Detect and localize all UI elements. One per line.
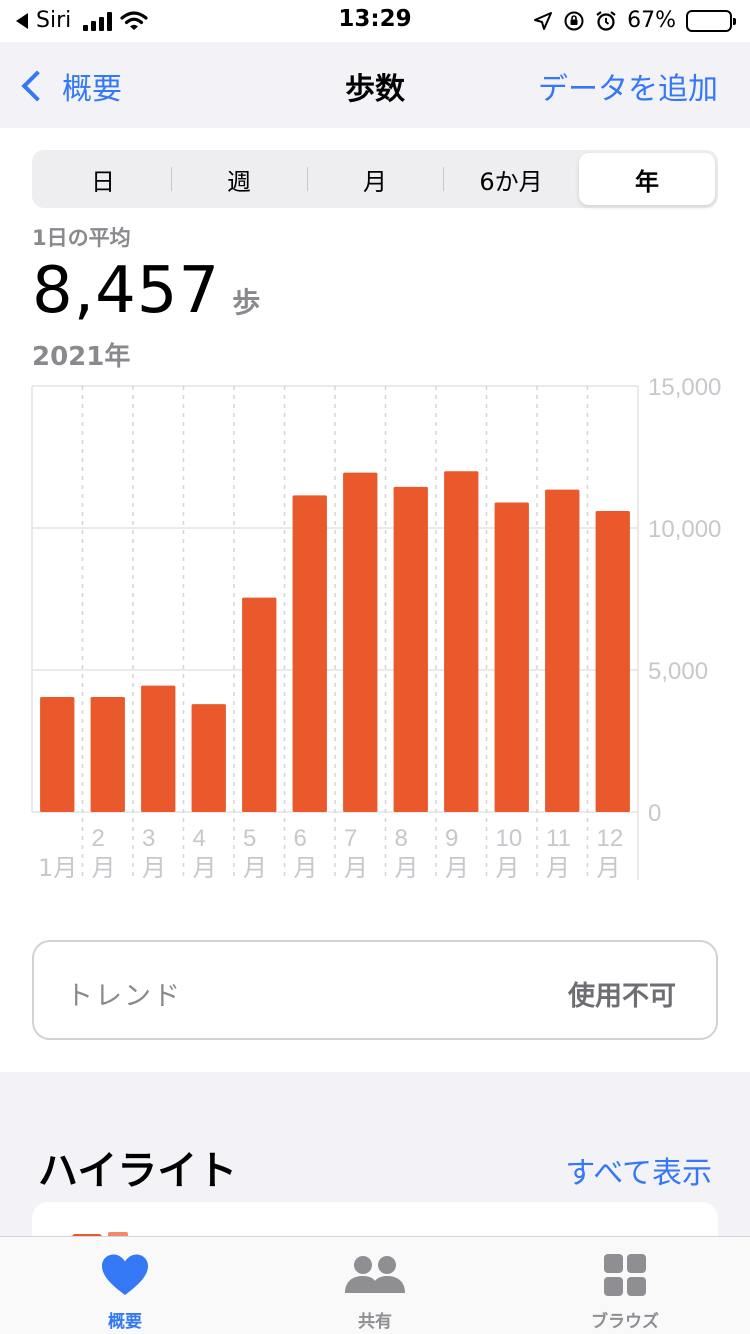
trend-status: 使用不可 [568,981,676,1012]
bar-11[interactable] [545,489,580,812]
bar-7[interactable] [343,472,378,812]
x-tick-label-month: 月 [193,854,217,882]
tab-browse[interactable]: ブラウズ [555,1251,695,1332]
segment-year[interactable]: 年 [579,153,715,205]
x-tick-label-month: 月 [597,854,621,882]
tab-sharing[interactable]: 共有 [305,1251,445,1332]
x-tick-label-number: 4 [193,825,206,852]
x-tick-label-month: 月 [344,854,368,882]
status-right: 67% [533,8,736,33]
period-label: 2021年 [32,342,131,372]
orientation-lock-icon [564,11,584,30]
average-steps-number: 8,457 [32,254,221,328]
heart-icon [102,1254,148,1295]
bar-6[interactable] [292,495,327,812]
x-tick-label-number: 12 [597,825,624,852]
x-tick-label-month: 月 [395,854,419,882]
x-tick-label-month: 月 [294,854,318,882]
navigation-bar: 概要 歩数 データを追加 [0,42,750,128]
trend-card[interactable]: トレンド 使用不可 [32,940,718,1040]
x-tick-label-number: 3 [142,825,155,852]
bar-12[interactable] [595,510,630,812]
x-tick-label-month: 月 [546,854,570,882]
alarm-icon [596,10,616,31]
highlights-title: ハイライト [38,1148,238,1194]
bar-4[interactable] [191,704,226,812]
status-bar: Siri 13:29 67% [0,0,750,42]
bar-9[interactable] [444,471,479,812]
steps-bar-chart[interactable]: 05,00010,00015,0001月2月3月4月5月6月7月8月9月10月1… [0,370,750,890]
x-tick-label-number: 7 [344,825,357,852]
period-segmented-control: 日 週 月 6か月 年 [32,150,718,208]
highlights-section: ハイライト すべて表示 [0,1072,750,1262]
x-tick-label-month: 月 [445,854,469,882]
segment-week[interactable]: 週 [171,153,307,205]
battery-percent: 67% [627,8,676,33]
x-tick-label-month: 月 [243,854,267,882]
bar-1[interactable] [40,696,75,812]
y-tick-label: 5,000 [648,658,708,685]
people-icon [345,1256,405,1293]
segment-six-months[interactable]: 6か月 [443,153,579,205]
bar-5[interactable] [242,597,277,812]
daily-average-value: 8,457 歩 [32,254,260,328]
battery-icon [686,9,736,32]
x-tick-label-number: 11 [546,825,571,852]
x-tick-label-number: 6 [294,825,307,852]
x-tick-label-month: 月 [92,854,116,882]
x-tick-label-number: 8 [395,825,408,852]
trend-label: トレンド [66,981,182,1012]
grid-icon [604,1254,646,1296]
daily-average-label: 1日の平均 [32,226,131,250]
location-arrow-icon [534,11,553,30]
y-tick-label: 10,000 [648,516,721,543]
x-tick-label-number: 2 [92,825,105,852]
x-tick-label-number: 5 [243,825,256,852]
x-tick-label-month: 月 [142,854,166,882]
show-all-link[interactable]: すべて表示 [565,1148,712,1192]
y-tick-label: 0 [648,800,661,827]
bar-3[interactable] [141,685,176,812]
steps-unit: 歩 [232,286,261,319]
x-tick-label-month: 月 [496,854,520,882]
x-tick-label-number: 10 [496,825,523,852]
tab-sharing-label: 共有 [358,1312,392,1332]
add-data-button[interactable]: データを追加 [538,64,718,108]
bar-10[interactable] [494,502,529,812]
segment-day[interactable]: 日 [35,153,171,205]
tab-browse-label: ブラウズ [591,1312,659,1332]
y-tick-label: 15,000 [648,374,721,401]
tab-bar: 概要 共有 ブラウズ [0,1236,750,1334]
x-tick-label-month: 1月 [38,854,77,882]
segment-month[interactable]: 月 [307,153,443,205]
x-tick-label-number: 9 [445,825,458,852]
bar-2[interactable] [90,696,125,812]
bar-8[interactable] [393,486,428,812]
tab-summary[interactable]: 概要 [55,1251,195,1332]
tab-summary-label: 概要 [108,1312,142,1332]
